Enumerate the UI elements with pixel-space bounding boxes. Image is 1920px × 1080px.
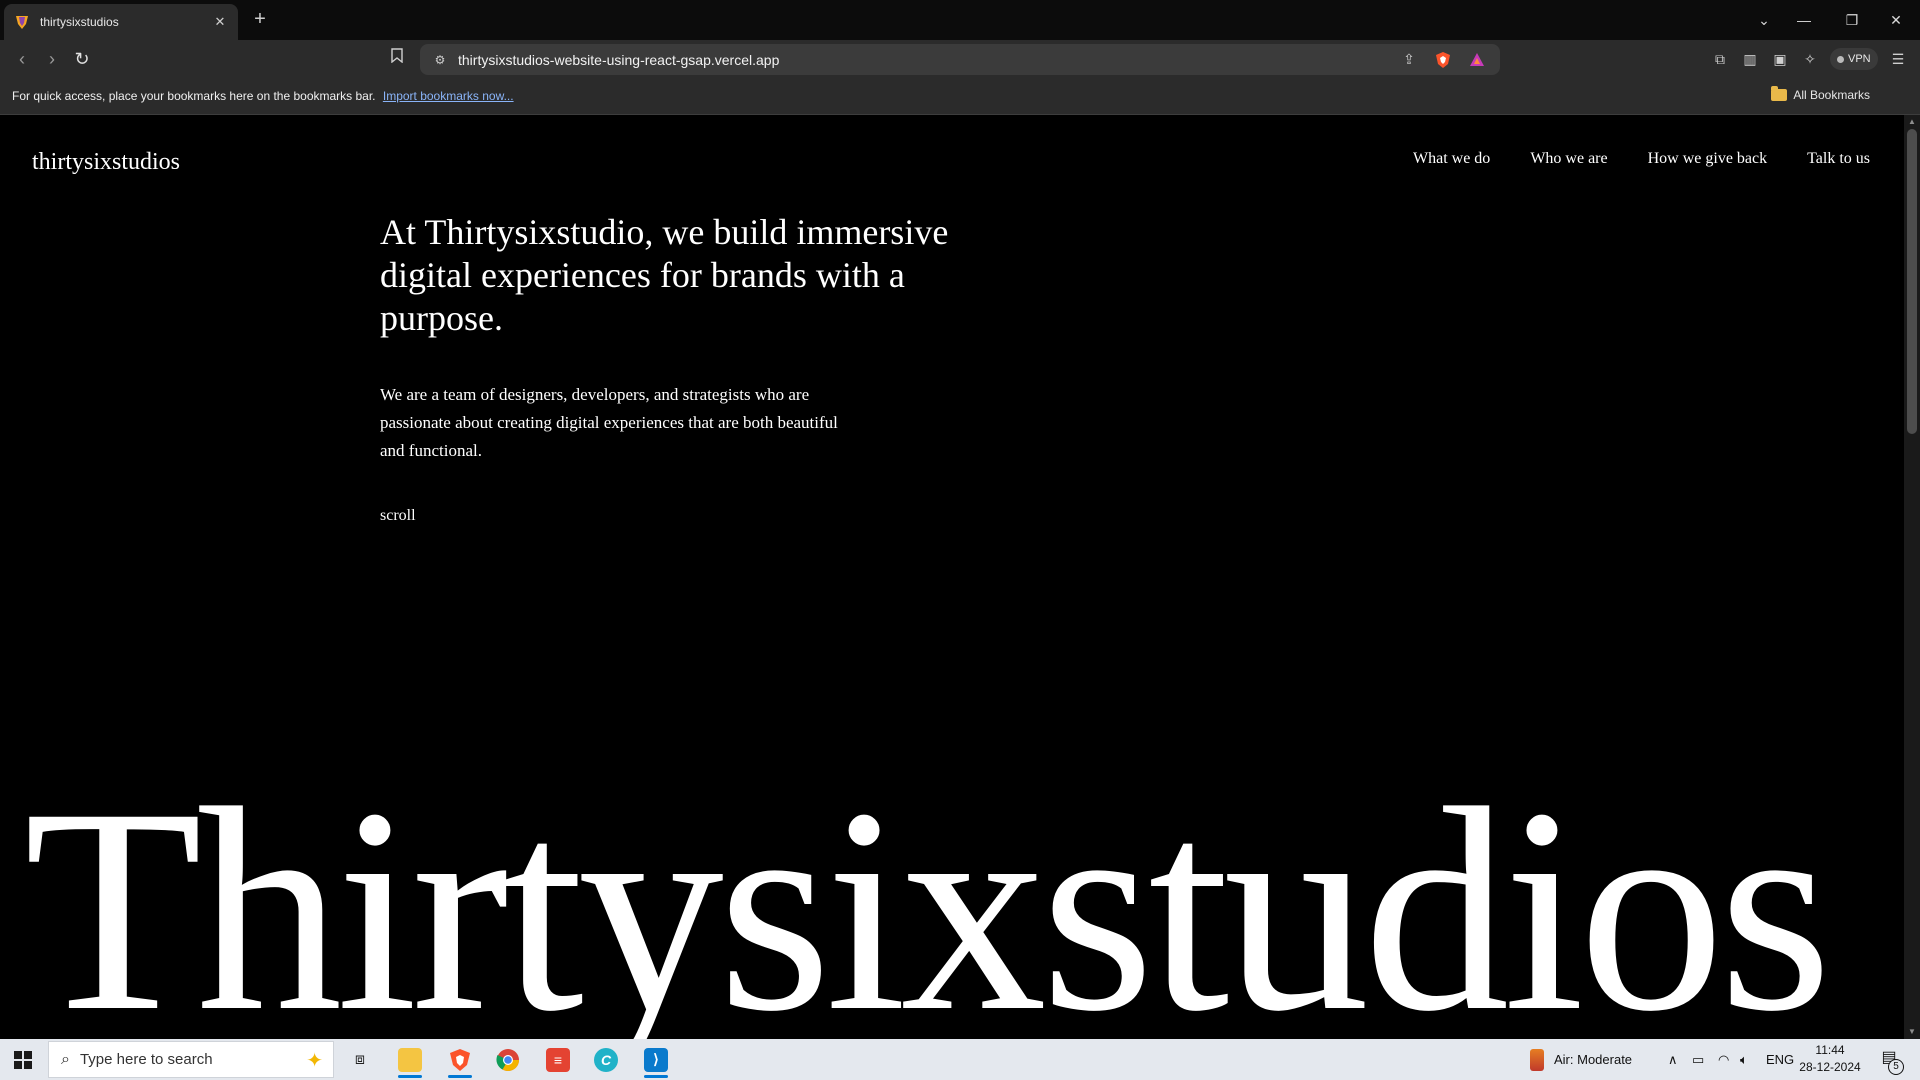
chrome-icon[interactable] xyxy=(488,1043,528,1076)
url-text[interactable]: thirtysixstudios-website-using-react-gsa… xyxy=(458,52,1398,68)
search-icon: ⌕ xyxy=(61,1050,70,1068)
bookmarks-bar: For quick access, place your bookmarks h… xyxy=(0,78,1920,115)
clock-date: 28-12-2024 xyxy=(1799,1060,1861,1074)
notification-count-badge: 5 xyxy=(1888,1059,1904,1075)
todoist-icon[interactable]: ≡ xyxy=(538,1043,578,1076)
brave-browser-icon[interactable] xyxy=(440,1043,480,1078)
nav-what-we-do[interactable]: What we do xyxy=(1413,150,1490,168)
taskbar-search-box[interactable]: ⌕ Type here to search ✦ xyxy=(48,1041,334,1078)
scroll-up-arrow-icon[interactable]: ▲ xyxy=(1904,116,1920,128)
brave-shield-icon[interactable] xyxy=(1432,49,1454,71)
tab-strip: thirtysixstudios ✕ + ⌄ — ❐ ✕ xyxy=(0,0,1920,40)
clock-time: 11:44 xyxy=(1815,1043,1845,1057)
leo-ai-icon[interactable]: ✧ xyxy=(1798,48,1822,70)
nav-talk-to-us[interactable]: Talk to us xyxy=(1807,150,1870,168)
back-arrow-icon[interactable]: ‹ xyxy=(8,46,36,72)
scroll-down-arrow-icon[interactable]: ▼ xyxy=(1904,1026,1920,1038)
search-highlight-icon: ✦ xyxy=(306,1050,323,1072)
tab-title: thirtysixstudios xyxy=(40,15,119,29)
share-icon[interactable]: ⇪ xyxy=(1398,49,1420,71)
clock[interactable]: 11:44 28-12-2024 xyxy=(1790,1042,1870,1076)
task-view-icon[interactable]: ⧈ xyxy=(340,1043,380,1076)
vpn-status-icon xyxy=(1837,55,1844,63)
import-bookmarks-link[interactable]: Import bookmarks now... xyxy=(383,89,514,103)
all-bookmarks-label: All Bookmarks xyxy=(1793,88,1870,102)
nav-who-we-are[interactable]: Who we are xyxy=(1530,150,1607,168)
all-bookmarks-button[interactable]: All Bookmarks xyxy=(1771,86,1870,102)
address-bar[interactable]: ⚙ thirtysixstudios-website-using-react-g… xyxy=(420,44,1500,75)
wallet-icon[interactable]: ▣ xyxy=(1768,48,1792,70)
nav-how-we-give-back[interactable]: How we give back xyxy=(1648,150,1768,168)
sidebar-icon[interactable]: ▥ xyxy=(1738,48,1762,70)
taskbar-search-placeholder: Type here to search xyxy=(79,1051,213,1068)
close-window-button[interactable]: ✕ xyxy=(1878,8,1914,32)
wifi-icon[interactable]: ◠ xyxy=(1718,1039,1729,1080)
folder-icon xyxy=(1771,86,1788,101)
bookmark-icon[interactable] xyxy=(386,48,408,70)
vpn-button[interactable]: VPN xyxy=(1830,48,1878,70)
volume-icon[interactable]: 🔈︎ xyxy=(1740,1039,1748,1080)
minimize-button[interactable]: — xyxy=(1786,8,1822,32)
weather-text: Air: Moderate xyxy=(1554,1052,1633,1067)
show-hidden-icons-icon[interactable]: ∧ xyxy=(1668,1039,1678,1080)
hero-description: We are a team of designers, developers, … xyxy=(380,385,838,460)
tab-search-dropdown-icon[interactable]: ⌄ xyxy=(1746,8,1782,32)
tab-close-icon[interactable]: ✕ xyxy=(212,14,228,30)
windows-logo-icon xyxy=(14,1050,32,1069)
site-info-icon[interactable]: ⚙ xyxy=(430,53,450,67)
hamburger-menu-icon[interactable]: ☰ xyxy=(1886,48,1910,70)
forward-arrow-icon[interactable]: › xyxy=(38,46,66,72)
browser-tab[interactable]: thirtysixstudios ✕ xyxy=(4,4,238,40)
reload-icon[interactable]: ↻ xyxy=(68,46,96,72)
big-brand-wordmark: Thirtysixstudios xyxy=(24,749,1832,1040)
web-page: thirtysixstudios What we do Who we are H… xyxy=(0,115,1904,1039)
brave-rewards-icon[interactable] xyxy=(1466,49,1488,71)
hero-heading: At Thirtysixstudio, we build immersive d… xyxy=(380,212,949,338)
site-nav: What we do Who we are How we give back T… xyxy=(1413,150,1870,168)
bookmarks-prompt-text: For quick access, place your bookmarks h… xyxy=(12,89,376,103)
file-explorer-icon[interactable] xyxy=(390,1043,430,1078)
scroll-indicator: scroll xyxy=(380,507,416,524)
air-quality-icon xyxy=(1530,1048,1544,1071)
weather-widget[interactable]: Air: Moderate xyxy=(1530,1039,1632,1080)
battery-icon[interactable]: ▭ xyxy=(1692,1039,1704,1080)
bookmarks-prompt: For quick access, place your bookmarks h… xyxy=(12,89,514,103)
new-tab-button[interactable]: + xyxy=(248,8,272,32)
puzzle-icon[interactable]: ⧉ xyxy=(1708,48,1732,70)
restore-button[interactable]: ❐ xyxy=(1834,8,1870,32)
windows-taskbar: ⌕ Type here to search ✦ ⧈ ≡ C ⟩ Air: Mod… xyxy=(0,1039,1920,1080)
page-scrollbar[interactable]: ▲ ▼ xyxy=(1904,115,1920,1039)
start-button[interactable] xyxy=(0,1039,46,1080)
vscode-icon[interactable]: ⟩ xyxy=(636,1043,676,1078)
site-logo[interactable]: thirtysixstudios xyxy=(32,149,180,176)
canva-icon[interactable]: C xyxy=(586,1043,626,1076)
vpn-label: VPN xyxy=(1848,53,1871,65)
browser-toolbar: ‹ › ↻ ⚙ thirtysixstudios-website-using-r… xyxy=(0,40,1920,78)
scrollbar-thumb[interactable] xyxy=(1907,129,1917,434)
brave-lion-icon xyxy=(16,16,28,29)
